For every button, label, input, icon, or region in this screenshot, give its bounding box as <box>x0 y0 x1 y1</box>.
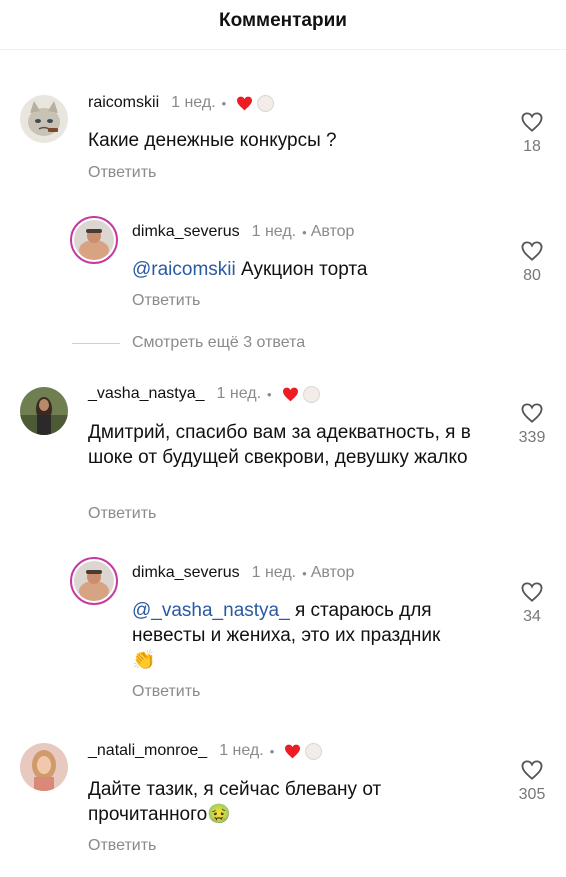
author-badge: Автор <box>310 564 355 581</box>
comment-meta: dimka_severus 1 нед. • Автор <box>132 223 354 241</box>
heart-outline-icon <box>521 403 543 423</box>
comment-text: Дайте тазик, я сейчас блевану от прочита… <box>88 777 418 827</box>
timestamp: 1 нед. <box>216 385 262 402</box>
like-button[interactable]: 339 <box>512 403 552 447</box>
comment-body: Аукцион торта <box>235 259 368 280</box>
mention-link[interactable]: @_vasha_nastya_ <box>132 600 290 621</box>
avatar[interactable] <box>20 387 68 435</box>
comment-text: Какие денежные конкурсы ? <box>88 130 337 151</box>
reply-button[interactable]: Ответить <box>132 683 200 701</box>
clapping-emoji-icon: 👏 <box>132 650 156 671</box>
like-button[interactable]: 18 <box>512 112 552 156</box>
avatar[interactable] <box>20 743 68 791</box>
creator-mini-avatar-icon <box>302 385 320 403</box>
header: Комментарии <box>0 0 566 50</box>
reply-button[interactable]: Ответить <box>88 505 156 523</box>
reply-button[interactable]: Ответить <box>132 292 200 310</box>
heart-outline-icon <box>521 241 543 261</box>
heart-outline-icon <box>521 582 543 602</box>
like-count: 18 <box>523 138 541 155</box>
separator-dot: • <box>302 224 307 240</box>
nauseated-face-emoji-icon: 🤢 <box>207 804 231 825</box>
comment-text: Дмитрий, спасибо вам за адекватность, я … <box>88 422 471 468</box>
username[interactable]: dimka_severus <box>132 223 240 241</box>
like-count: 80 <box>523 267 541 284</box>
heart-outline-icon <box>521 760 543 780</box>
timestamp: 1 нед. <box>251 223 297 240</box>
timestamp: 1 нед. <box>171 94 216 111</box>
separator-dot: • <box>267 386 272 402</box>
comment-text: @raicomskii Аукцион торта <box>132 257 502 282</box>
view-more-replies-label: Смотреть ещё 3 ответа <box>132 334 306 351</box>
like-button[interactable]: 80 <box>512 241 552 285</box>
comment-meta: dimka_severus 1 нед. • Автор <box>132 564 354 582</box>
like-button[interactable]: 305 <box>512 760 552 804</box>
avatar[interactable] <box>20 95 68 143</box>
username[interactable]: _natali_monroe_ <box>88 742 207 760</box>
separator-dot: • <box>302 565 307 581</box>
creator-liked-heart-icon <box>282 387 299 402</box>
avatar[interactable] <box>70 216 118 264</box>
page-title: Комментарии <box>219 10 347 31</box>
like-button[interactable]: 34 <box>512 582 552 626</box>
username[interactable]: _vasha_nastya_ <box>88 385 205 403</box>
creator-liked-heart-icon <box>284 744 301 759</box>
username[interactable]: raicomskii <box>88 94 159 112</box>
comment-meta: _natali_monroe_ 1 нед. • <box>88 742 323 760</box>
comment-body: Дайте тазик, я сейчас блевану от прочита… <box>88 779 382 825</box>
timestamp: 1 нед. <box>251 564 297 581</box>
like-count: 34 <box>523 608 541 625</box>
comment-meta: raicomskii 1 нед. • <box>88 94 275 112</box>
comment-meta: _vasha_nastya_ 1 нед. • <box>88 385 320 403</box>
creator-mini-avatar-icon <box>305 742 323 760</box>
separator-dot: • <box>269 743 275 759</box>
comment-text: @_vasha_nastya_ я стараюсь для невесты и… <box>132 598 502 673</box>
timestamp: 1 нед. <box>219 742 264 759</box>
mention-link[interactable]: @raicomskii <box>132 259 236 280</box>
reply-button[interactable]: Ответить <box>88 837 156 855</box>
avatar[interactable] <box>70 557 118 605</box>
separator-dot: • <box>221 95 227 111</box>
creator-liked-heart-icon <box>236 96 253 111</box>
like-count: 339 <box>518 429 546 446</box>
reply-button[interactable]: Ответить <box>88 164 156 182</box>
author-badge: Автор <box>310 223 355 240</box>
view-more-replies-button[interactable]: Смотреть ещё 3 ответа <box>72 334 305 352</box>
heart-outline-icon <box>521 112 543 132</box>
divider-line <box>72 342 120 344</box>
creator-mini-avatar-icon <box>257 94 275 112</box>
username[interactable]: dimka_severus <box>132 564 240 582</box>
like-count: 305 <box>518 786 546 803</box>
